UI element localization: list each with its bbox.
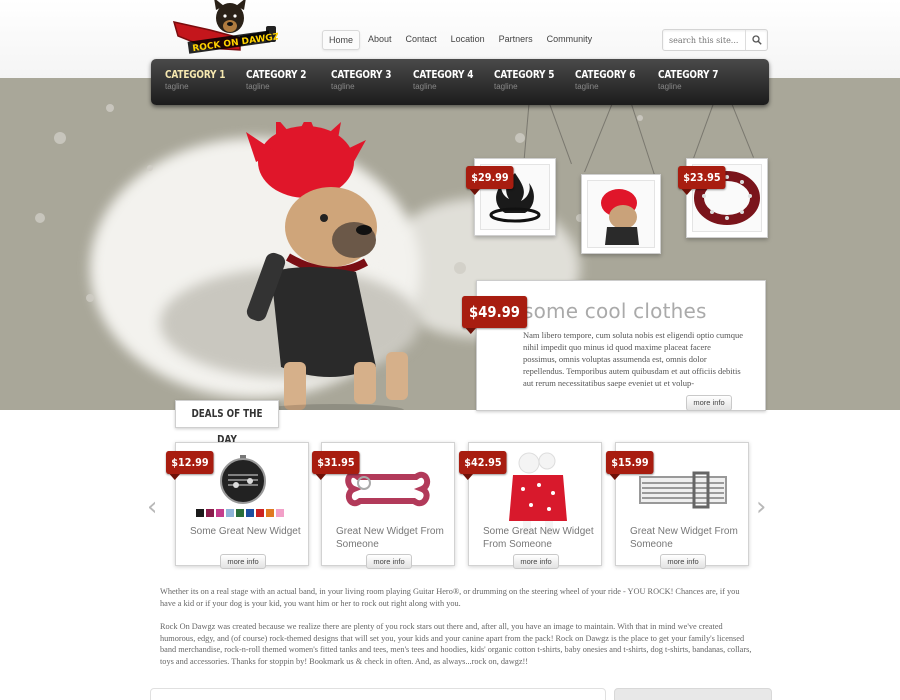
featured-title: some cool clothes: [523, 299, 707, 323]
nav-community[interactable]: Community: [541, 30, 599, 50]
music-pet-tag-icon: [220, 455, 266, 504]
category-menu: CATEGORY 1 tagline CATEGORY 2 tagline CATE…: [151, 59, 769, 105]
color-swatch[interactable]: [196, 509, 204, 517]
featured-description: Nam libero tempore, cum soluta nobis est…: [523, 330, 744, 388]
price-tag: $23.95: [678, 166, 726, 195]
color-swatches: [196, 509, 284, 517]
category-5[interactable]: CATEGORY 5 tagline: [494, 69, 565, 91]
color-swatch[interactable]: [276, 509, 284, 517]
category-4[interactable]: CATEGORY 4 tagline: [413, 69, 484, 91]
deals-heading: DEALS OF THE DAY: [175, 400, 279, 446]
intro-text: Whether its on a real stage with an actu…: [160, 586, 756, 679]
punk-dog-thumbnail: [601, 189, 639, 245]
featured-price-tag: $49.99: [462, 296, 528, 334]
category-3[interactable]: CATEGORY 3 tagline: [331, 69, 402, 91]
deal-price-tag: $12.99: [166, 451, 214, 480]
color-swatch[interactable]: [266, 509, 274, 517]
color-swatch[interactable]: [216, 509, 224, 517]
deal-more-info-button[interactable]: more info: [220, 554, 266, 569]
deal-title: Some Great New Widget: [190, 526, 301, 537]
carousel-next-arrow-icon[interactable]: ›: [756, 492, 766, 522]
deal-card[interactable]: Some Great New Widget more info $12.99: [166, 442, 309, 569]
price-tag: $29.99: [466, 166, 514, 195]
top-navigation: Home About Contact Location Partners Com…: [322, 30, 600, 50]
deal-title: Great New Widget From Someone: [336, 526, 444, 550]
music-collar-icon: [639, 471, 727, 509]
content-panel: [150, 688, 606, 700]
search-box: [662, 29, 768, 51]
deal-price-tag: $31.95: [312, 451, 360, 480]
color-swatch[interactable]: [256, 509, 264, 517]
color-swatch[interactable]: [206, 509, 214, 517]
search-icon: [751, 35, 762, 45]
nav-contact[interactable]: Contact: [400, 30, 443, 50]
search-input[interactable]: [669, 33, 743, 48]
deal-more-info-button[interactable]: more info: [366, 554, 412, 569]
hero-product-frame-2[interactable]: [581, 174, 661, 254]
deal-more-info-button[interactable]: more info: [660, 554, 706, 569]
nav-home[interactable]: Home: [322, 30, 361, 50]
color-swatch[interactable]: [246, 509, 254, 517]
sidebar-panel: [614, 688, 772, 700]
color-swatch[interactable]: [226, 509, 234, 517]
deal-more-info-button[interactable]: more info: [513, 554, 559, 569]
deal-title: Great New Widget From Someone: [630, 526, 738, 550]
category-7[interactable]: CATEGORY 7 tagline: [658, 69, 729, 91]
deal-card[interactable]: Some Great New Widget From Someone more …: [459, 442, 602, 569]
nav-location[interactable]: Location: [445, 30, 491, 50]
category-1[interactable]: CATEGORY 1 tagline: [165, 69, 236, 91]
deal-price-tag: $42.95: [459, 451, 507, 480]
category-6[interactable]: CATEGORY 6 tagline: [575, 69, 646, 91]
search-button[interactable]: [745, 30, 767, 50]
category-2[interactable]: CATEGORY 2 tagline: [246, 69, 317, 91]
site-logo[interactable]: ROCK ON DAWGZ: [170, 0, 280, 62]
deal-card[interactable]: Great New Widget From Someone more info …: [606, 442, 749, 569]
intro-paragraph-2: Rock On Dawgz was created because we rea…: [160, 622, 752, 666]
deal-title: Some Great New Widget From Someone: [483, 526, 594, 550]
deal-price-tag: $15.99: [606, 451, 654, 480]
red-dog-sweater-icon: [509, 452, 567, 535]
punk-bulldog-image: [246, 122, 408, 410]
nav-about[interactable]: About: [362, 30, 398, 50]
featured-more-info-button[interactable]: more info: [686, 395, 732, 411]
deal-card[interactable]: Great New Widget From Someone more info …: [312, 442, 455, 569]
intro-paragraph-1: Whether its on a real stage with an actu…: [160, 587, 740, 608]
color-swatch[interactable]: [236, 509, 244, 517]
nav-partners[interactable]: Partners: [493, 30, 539, 50]
carousel-prev-arrow-icon[interactable]: ‹: [147, 492, 157, 522]
